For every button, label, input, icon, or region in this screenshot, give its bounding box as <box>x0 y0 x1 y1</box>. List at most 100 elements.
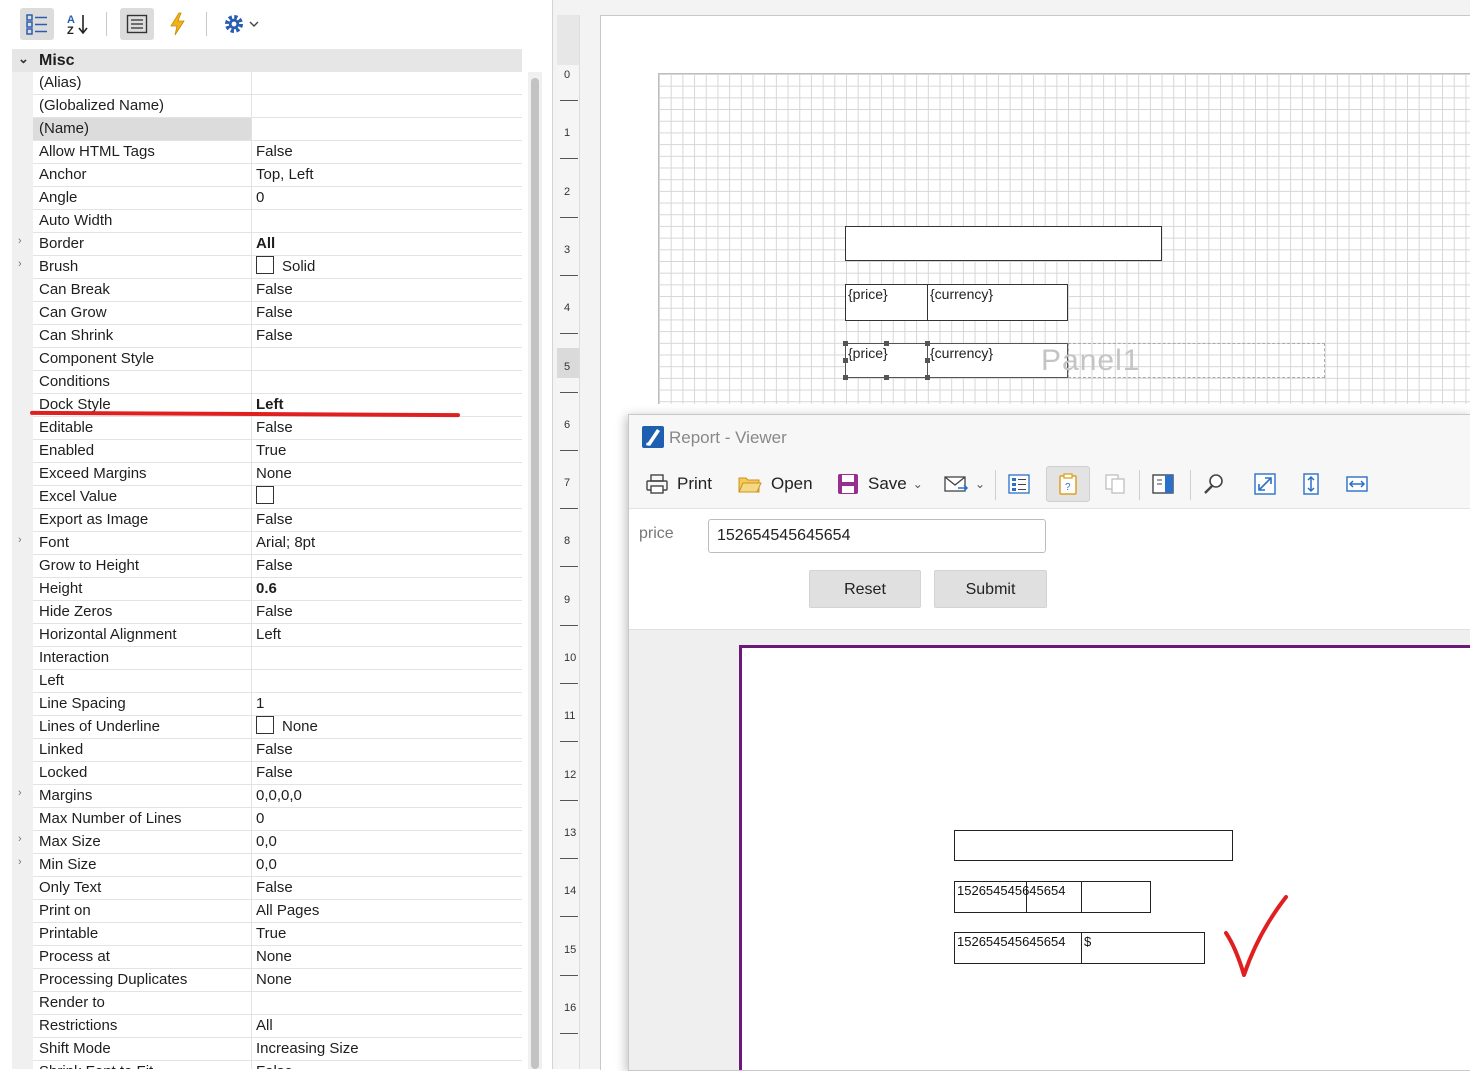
property-row[interactable]: › Border All <box>18 233 522 256</box>
property-row[interactable]: Hide Zeros False <box>33 601 522 624</box>
property-value[interactable] <box>253 348 522 370</box>
category-header-misc[interactable]: ⌄ Misc <box>12 49 522 72</box>
property-value[interactable]: False <box>253 325 522 347</box>
property-row[interactable]: Interaction <box>33 647 522 670</box>
property-row[interactable]: Excel Value <box>33 486 522 509</box>
checkbox-swatch[interactable] <box>256 716 274 734</box>
property-value[interactable] <box>253 992 522 1014</box>
property-value[interactable]: False <box>253 601 522 623</box>
submit-button[interactable]: Submit <box>934 570 1047 608</box>
property-value[interactable]: All Pages <box>253 900 522 922</box>
sort-az-icon[interactable]: AZ <box>61 8 95 40</box>
property-row[interactable]: › Max Size 0,0 <box>18 831 522 854</box>
price-param-input[interactable] <box>708 519 1046 553</box>
property-value[interactable] <box>253 118 522 140</box>
property-value[interactable]: Increasing Size <box>253 1038 522 1060</box>
categorized-icon[interactable] <box>20 8 54 40</box>
property-value[interactable]: None <box>253 946 522 968</box>
property-value[interactable]: All <box>253 1015 522 1037</box>
property-row[interactable]: › Font Arial; 8pt <box>18 532 522 555</box>
property-row[interactable]: › Brush Solid <box>18 256 522 279</box>
find-magnifier-icon[interactable] <box>1199 470 1229 498</box>
property-value[interactable]: 0 <box>253 808 522 830</box>
property-row[interactable]: Can Shrink False <box>33 325 522 348</box>
property-row[interactable]: Anchor Top, Left <box>33 164 522 187</box>
empty-textbox[interactable] <box>845 226 1162 261</box>
expand-chevron-icon[interactable]: › <box>18 856 22 868</box>
property-row[interactable]: Shift Mode Increasing Size <box>33 1038 522 1061</box>
chevron-down-icon[interactable]: ⌄ <box>913 477 923 491</box>
thumbnails-icon[interactable] <box>1100 470 1130 498</box>
property-value[interactable] <box>253 371 522 393</box>
property-row[interactable]: Enabled True <box>33 440 522 463</box>
split-view-icon[interactable] <box>1148 470 1178 498</box>
chevron-down-icon[interactable]: ⌄ <box>18 51 29 67</box>
property-row[interactable]: Editable False <box>33 417 522 440</box>
property-row[interactable]: Render to <box>33 992 522 1015</box>
property-value[interactable]: All <box>253 233 522 255</box>
checkbox-swatch[interactable] <box>256 486 274 504</box>
parameters-clipboard-icon[interactable]: ? <box>1046 466 1090 502</box>
property-row[interactable]: Horizontal Alignment Left <box>33 624 522 647</box>
property-value[interactable]: 0,0 <box>253 854 522 876</box>
selection-handle[interactable] <box>925 375 930 380</box>
save-button[interactable]: Save ⌄ <box>836 470 923 498</box>
property-value[interactable]: False <box>253 302 522 324</box>
property-value[interactable]: False <box>253 417 522 439</box>
property-value[interactable]: Top, Left <box>253 164 522 186</box>
property-row[interactable]: Angle 0 <box>33 187 522 210</box>
property-value[interactable]: False <box>253 1061 522 1069</box>
bookmarks-icon[interactable] <box>1004 470 1034 498</box>
expand-chevron-icon[interactable]: › <box>18 787 22 799</box>
events-lightning-icon[interactable] <box>161 8 195 40</box>
property-row[interactable]: (Alias) <box>33 72 522 95</box>
selection-handle[interactable] <box>843 358 848 363</box>
print-button[interactable]: Print <box>645 470 712 498</box>
expand-chevron-icon[interactable]: › <box>18 833 22 845</box>
property-row[interactable]: Allow HTML Tags False <box>33 141 522 164</box>
property-value[interactable]: True <box>253 923 522 945</box>
property-value[interactable]: False <box>253 762 522 784</box>
property-value[interactable]: False <box>253 141 522 163</box>
property-row[interactable]: Processing Duplicates None <box>33 969 522 992</box>
property-row[interactable]: Process at None <box>33 946 522 969</box>
property-value[interactable]: None <box>253 463 522 485</box>
property-value[interactable]: Solid <box>253 256 522 278</box>
property-value[interactable]: Left <box>253 624 522 646</box>
property-row[interactable]: › Margins 0,0,0,0 <box>18 785 522 808</box>
property-value[interactable]: False <box>253 509 522 531</box>
property-value[interactable]: 0 <box>253 187 522 209</box>
property-pages-icon[interactable] <box>120 8 154 40</box>
send-email-button[interactable]: ⌄ <box>943 470 985 498</box>
property-row[interactable]: Locked False <box>33 762 522 785</box>
property-value[interactable]: True <box>253 440 522 462</box>
page-width-icon[interactable] <box>1342 470 1372 498</box>
selection-handle[interactable] <box>843 341 848 346</box>
property-row[interactable]: Printable True <box>33 923 522 946</box>
property-row[interactable]: Can Grow False <box>33 302 522 325</box>
property-row[interactable]: Only Text False <box>33 877 522 900</box>
reset-button[interactable]: Reset <box>809 570 921 608</box>
viewer-title-bar[interactable]: Report - Viewer <box>629 415 1470 460</box>
property-value[interactable]: Arial; 8pt <box>253 532 522 554</box>
property-value[interactable] <box>253 95 522 117</box>
property-row[interactable]: Conditions <box>33 371 522 394</box>
property-value[interactable] <box>253 647 522 669</box>
checkbox-swatch[interactable] <box>256 256 274 274</box>
property-row[interactable]: Line Spacing 1 <box>33 693 522 716</box>
selection-handle[interactable] <box>843 375 848 380</box>
expand-chevron-icon[interactable]: › <box>18 235 22 247</box>
property-row[interactable]: Height 0.6 <box>33 578 522 601</box>
property-row[interactable]: Exceed Margins None <box>33 463 522 486</box>
property-row[interactable]: Can Break False <box>33 279 522 302</box>
property-value[interactable] <box>253 72 522 94</box>
selection-handle[interactable] <box>925 358 930 363</box>
open-button[interactable]: Open <box>737 470 813 498</box>
property-row[interactable]: (Name) <box>33 118 522 141</box>
property-value[interactable]: False <box>253 279 522 301</box>
property-row[interactable]: Linked False <box>33 739 522 762</box>
property-value[interactable]: None <box>253 716 522 738</box>
full-screen-icon[interactable] <box>1250 470 1280 498</box>
expand-chevron-icon[interactable]: › <box>18 534 22 546</box>
property-row[interactable]: Component Style <box>33 348 522 371</box>
